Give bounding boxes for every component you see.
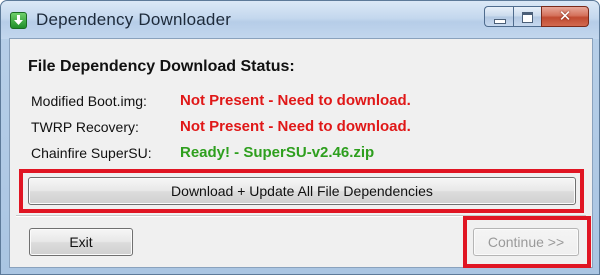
minimize-icon [494,19,506,24]
supersu-status: Ready! - SuperSU-v2.46.zip [180,144,375,161]
dependency-downloader-window: Dependency Downloader ✕ File Dependency … [0,0,600,275]
close-icon: ✕ [558,8,572,25]
caption-buttons: ✕ [484,6,589,27]
exit-button[interactable]: Exit [29,228,133,256]
twrp-recovery-status: Not Present - Need to download. [180,118,411,135]
boot-img-status: Not Present - Need to download. [180,92,411,109]
title-bar[interactable]: Dependency Downloader ✕ [1,1,599,39]
status-heading: File Dependency Download Status: [28,58,295,75]
download-arrow-icon [10,12,27,29]
window-title: Dependency Downloader [36,10,232,29]
download-update-all-button[interactable]: Download + Update All File Dependencies [28,177,576,205]
maximize-icon [522,12,533,23]
supersu-label: Chainfire SuperSU: [31,145,152,161]
twrp-recovery-label: TWRP Recovery: [31,119,139,135]
boot-img-label: Modified Boot.img: [31,93,147,109]
close-button[interactable]: ✕ [541,6,589,27]
continue-button[interactable]: Continue >> [473,228,579,256]
minimize-button[interactable] [484,6,513,27]
client-area: File Dependency Download Status: Modifie… [9,38,593,268]
maximize-button[interactable] [513,6,541,27]
